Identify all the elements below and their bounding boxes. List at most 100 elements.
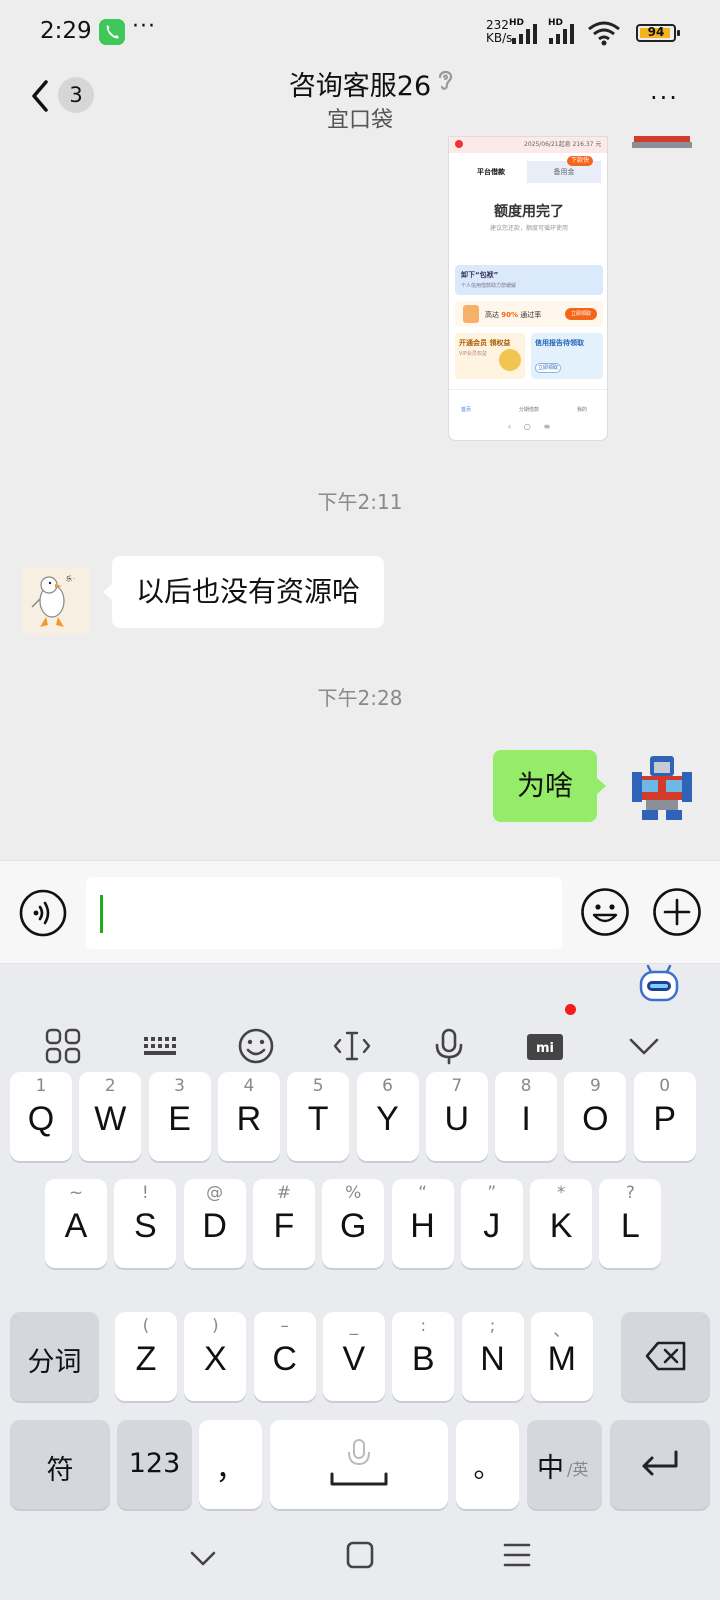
menu-lines-icon[interactable] <box>502 1540 532 1570</box>
period-key[interactable]: 。 <box>456 1420 519 1509</box>
key-hint: 0 <box>659 1076 671 1096</box>
svg-text:乐: 乐 <box>66 576 72 583</box>
battery-level: 94 <box>647 25 665 39</box>
key-c[interactable]: – C <box>253 1312 316 1401</box>
unread-badge[interactable]: 3 <box>58 77 94 113</box>
key-letter: D <box>202 1207 227 1245</box>
key-a[interactable]: ~ A <box>45 1179 107 1268</box>
robot-avatar[interactable] <box>628 752 696 820</box>
screenshot-banner1-title: 卸下“包袱” <box>461 271 499 279</box>
key-z[interactable]: (Z <box>115 1312 177 1401</box>
more-options-button[interactable]: ··· <box>650 84 679 112</box>
timestamp: 下午2:11 <box>317 490 403 514</box>
key-f[interactable]: # F <box>252 1179 315 1268</box>
key-j[interactable]: ” J <box>460 1179 523 1268</box>
key-d[interactable]: @ D <box>183 1179 246 1268</box>
key-hint: ( <box>142 1316 150 1336</box>
key-hint: 5 <box>312 1076 324 1096</box>
key-v[interactable]: _ V <box>322 1312 385 1401</box>
svg-text:·: · <box>73 576 75 583</box>
key-hint: 4 <box>243 1076 255 1096</box>
key-hint: @ <box>206 1183 224 1203</box>
key-p[interactable]: 0P <box>633 1072 696 1161</box>
chat-title: 咨询客服26 <box>288 71 432 102</box>
key-letter: C <box>272 1340 297 1378</box>
key-e[interactable]: 3E <box>148 1072 211 1161</box>
emoji-icon[interactable] <box>236 1026 276 1066</box>
space-key[interactable] <box>270 1420 448 1509</box>
grid-icon[interactable] <box>43 1026 83 1066</box>
voice-icon[interactable] <box>19 889 67 937</box>
screenshot-banner2: 高达 90% 通过率 立即领取 <box>455 301 603 327</box>
enter-key[interactable] <box>610 1420 710 1509</box>
plus-icon[interactable] <box>652 887 702 937</box>
key-m[interactable]: 、 M <box>530 1312 593 1401</box>
key-letter: R <box>236 1100 262 1138</box>
screenshot-nav-me: 我的 <box>577 407 588 413</box>
home-square-icon[interactable] <box>345 1540 375 1570</box>
status-more-dots: ··· <box>132 14 156 39</box>
goose-avatar[interactable]: 乐 · <box>22 567 90 635</box>
key-hint: ) <box>211 1316 219 1336</box>
screenshot-card-left: 开通会员 领权益 VIP会员权益 <box>455 333 525 379</box>
text-cursor-icon[interactable] <box>332 1026 372 1066</box>
collapse-chevron-icon[interactable] <box>624 1026 664 1066</box>
card-left-coin <box>499 349 521 371</box>
key-letter: M <box>547 1340 576 1378</box>
key-b[interactable]: :B <box>392 1312 455 1401</box>
key-s[interactable]: ! S <box>114 1179 177 1268</box>
banner2-suffix: 通过率 <box>520 311 542 319</box>
split-word-label: 分词 <box>27 1347 82 1378</box>
key-r[interactable]: 4R <box>217 1072 280 1161</box>
backspace-key[interactable] <box>621 1312 710 1401</box>
key-letter: X <box>203 1340 227 1378</box>
key-letter: P <box>653 1100 677 1138</box>
back-chevron-icon[interactable] <box>188 1544 218 1574</box>
text-cursor <box>100 895 103 933</box>
keyboard-icon[interactable] <box>140 1026 180 1066</box>
message-input[interactable] <box>86 877 562 949</box>
key-x[interactable]: ) X <box>184 1312 247 1401</box>
message-list[interactable]: 2025/06/21起息 216.37 元 平台借款 备用金 下款快 额度用完了… <box>0 136 720 860</box>
comma-key[interactable]: ， <box>199 1420 262 1509</box>
number-key[interactable]: 123 <box>117 1420 192 1509</box>
key-g[interactable]: % G <box>322 1179 385 1268</box>
key-q[interactable]: 1Q <box>10 1072 72 1161</box>
key-n[interactable]: ; N <box>461 1312 524 1401</box>
split-word-key[interactable]: 分词 <box>10 1312 99 1401</box>
keyboard-mascot-icon[interactable] <box>638 964 680 1002</box>
key-y[interactable]: 6Y <box>356 1072 419 1161</box>
key-t[interactable]: 5T <box>287 1072 350 1161</box>
key-letter: H <box>410 1207 435 1245</box>
status-bar: 2:29 ··· 232 KB/s HD HD 94 <box>0 0 720 64</box>
robot-avatar[interactable] <box>628 136 696 150</box>
key-hint: _ <box>349 1316 359 1336</box>
screenshot-banner2-text: 高达 90% 通过率 <box>485 310 541 320</box>
key-hint: * <box>556 1183 566 1203</box>
ear-mode-icon <box>438 70 453 90</box>
key-i[interactable]: 8I <box>495 1072 558 1161</box>
chat-input-bar <box>0 860 720 964</box>
incoming-message-bubble[interactable]: 以后也没有资源哈 <box>102 556 385 628</box>
card-right-button: 立即领取 <box>535 363 561 373</box>
shared-image-message[interactable]: 2025/06/21起息 216.37 元 平台借款 备用金 下款快 额度用完了… <box>448 136 608 441</box>
symbol-key[interactable]: 符 <box>10 1420 110 1509</box>
chat-subtitle: 宜口袋 <box>326 108 393 133</box>
screenshot-headline: 额度用完了 <box>494 204 564 220</box>
language-switch-key[interactable]: 中 /英 <box>527 1420 602 1509</box>
key-letter: A <box>64 1207 88 1245</box>
key-u[interactable]: 7U <box>425 1072 488 1161</box>
timestamp: 下午2:28 <box>317 686 403 710</box>
key-k[interactable]: * K <box>530 1179 593 1268</box>
key-h[interactable]: “H <box>391 1179 454 1268</box>
mi-keyboard-icon[interactable]: mi <box>525 1026 565 1066</box>
key-o[interactable]: 9O <box>564 1072 627 1161</box>
back-arrow-icon[interactable] <box>26 76 56 116</box>
emoji-icon[interactable] <box>580 887 630 937</box>
microphone-icon[interactable] <box>429 1026 469 1066</box>
outgoing-message-bubble[interactable]: 为啥 <box>493 750 607 822</box>
key-letter: U <box>444 1100 470 1138</box>
key-w[interactable]: 2W <box>79 1072 142 1161</box>
key-hint: ! <box>141 1183 149 1203</box>
key-l[interactable]: ? L <box>599 1179 662 1268</box>
